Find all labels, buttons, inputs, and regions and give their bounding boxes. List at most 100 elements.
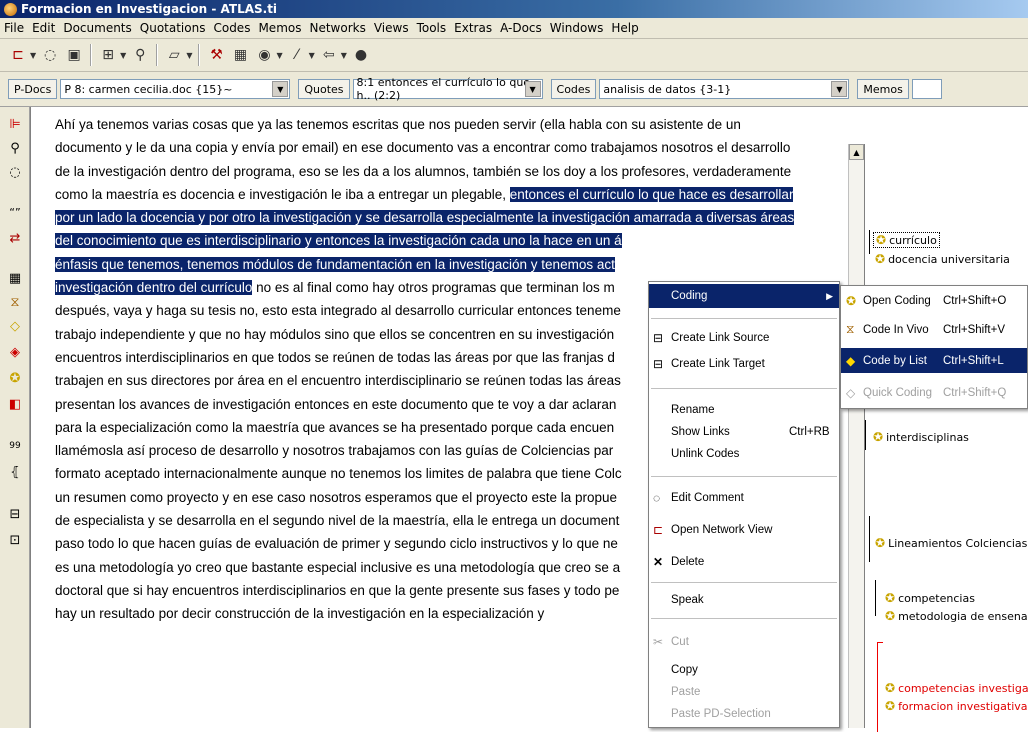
menu-item-open-coding[interactable]: ✪ Open Coding Ctrl+Shift+O [841, 288, 1027, 313]
margin-code-docencia[interactable]: ✪ docencia universitaria [875, 252, 1010, 266]
memo-icon[interactable]: ◧ [6, 395, 24, 413]
quote-icon[interactable]: “” [6, 203, 24, 221]
scroll-up-icon[interactable]: ▲ [849, 144, 864, 160]
document-line[interactable]: Ahí ya tenemos varias cosas que ya las t… [55, 113, 845, 136]
menu-item-delete[interactable]: ✕ Delete [649, 550, 839, 574]
chevron-down-icon[interactable]: ▼ [272, 81, 289, 97]
memos-combo[interactable] [911, 79, 942, 99]
code-icon[interactable]: ✪ [6, 369, 24, 387]
pdocs-button[interactable]: P-Docs [8, 79, 58, 99]
margin-area[interactable]: ✪ currículo ✪ docencia universitaria ✪ inte… [864, 144, 1028, 732]
code-link-icon[interactable]: ◈ [6, 343, 24, 361]
link-quote-icon[interactable]: ⇄ [6, 229, 24, 247]
menu-item-quick-coding[interactable]: ◇ Quick Coding Ctrl+Shift+Q [841, 380, 1027, 405]
line-text: un resumen como proyecto y en ese caso n… [55, 489, 618, 505]
menu-edit[interactable]: Edit [28, 21, 59, 35]
dropdown-arrow-icon[interactable]: ▼ [309, 51, 315, 60]
comment-icon[interactable]: ◌ [40, 45, 60, 65]
menu-tools[interactable]: Tools [413, 21, 451, 35]
menu-quotations[interactable]: Quotations [136, 21, 210, 35]
margin-code-metodologia[interactable]: ✪metodologia de ensenanza [885, 609, 1028, 623]
network-icon[interactable]: ⊟ [6, 505, 24, 523]
code-list-icon[interactable]: ◇ [6, 317, 24, 335]
menu-windows[interactable]: Windows [546, 21, 608, 35]
grid-icon[interactable]: ▦ [6, 269, 24, 287]
binoculars-icon[interactable]: ⚲ [130, 45, 150, 65]
menu-extras[interactable]: Extras [450, 21, 496, 35]
document-line[interactable]: de la investigación dentro del programa,… [55, 160, 845, 183]
code-in-vivo-icon[interactable]: ⧖ [6, 293, 24, 311]
document-list-icon[interactable]: ⊫ [6, 115, 24, 133]
menu-item-paste[interactable]: Paste [649, 680, 839, 704]
quotes-button[interactable]: Quotes [298, 79, 350, 99]
menu-item-code-in-vivo[interactable]: ⧖ Code In Vivo Ctrl+Shift+V [841, 317, 1027, 342]
code-bracket [869, 230, 870, 254]
network-link-icon[interactable]: ⊡ [6, 531, 24, 549]
open-folder-icon[interactable]: ▱ [164, 45, 184, 65]
code-icon: ✪ [885, 699, 896, 713]
menu-codes[interactable]: Codes [209, 21, 254, 35]
quotes-combo[interactable]: 8:1 entonces el currículo lo que h.. (2:… [352, 76, 543, 102]
open-coding-icon: ✪ [846, 293, 857, 308]
menu-item-cut[interactable]: ✂ Cut [649, 630, 839, 654]
document-line[interactable]: énfasis que tenemos, tenemos módulos de … [55, 253, 845, 276]
xml-icon[interactable]: ◉ [254, 45, 274, 65]
zoom-icon[interactable]: 99 [6, 437, 24, 455]
line-text: después, vaya y haga su tesis no, esto e… [55, 303, 621, 319]
bracket-icon[interactable]: ⦃ [6, 463, 24, 481]
menu-item-speak[interactable]: Speak [649, 588, 839, 612]
chevron-down-icon[interactable]: ▼ [831, 81, 848, 97]
margin-code-interdisciplinas[interactable]: ✪ interdisciplinas [873, 430, 969, 444]
network-tree-icon[interactable]: ⊏ [8, 45, 28, 65]
code-icon: ✪ [875, 252, 886, 266]
scissors-icon: ✂ [653, 635, 664, 649]
margin-code-lineamientos[interactable]: ✪ Lineamientos Colciencias [875, 536, 1027, 550]
margin-code-formacion[interactable]: ✪ formacion investigativa [885, 699, 1028, 713]
document-scrollbar[interactable]: ▲ [848, 144, 864, 728]
dropdown-arrow-icon[interactable]: ▼ [276, 51, 282, 60]
menu-item-create-link-source[interactable]: ⊟ Create Link Source [649, 326, 839, 350]
pdocs-combo[interactable]: P 8: carmen cecilia.doc {15}~ ▼ [60, 79, 291, 99]
menu-item-copy[interactable]: Copy [649, 658, 839, 682]
document-line[interactable]: del conocimiento que es interdisciplinar… [55, 229, 845, 252]
save-icon[interactable]: ▣ [64, 45, 84, 65]
dropdown-arrow-icon[interactable]: ▼ [186, 51, 192, 60]
menu-memos[interactable]: Memos [254, 21, 305, 35]
memos-button[interactable]: Memos [857, 79, 909, 99]
menu-item-show-links[interactable]: Show Links Ctrl+RB [649, 420, 839, 444]
menu-item-edit-comment[interactable]: ◌ Edit Comment [649, 486, 839, 510]
menu-adocs[interactable]: A-Docs [496, 21, 546, 35]
comment-icon[interactable]: ◌ [6, 163, 24, 181]
back-arrow-icon[interactable]: ⇦ [319, 45, 339, 65]
document-line[interactable]: documento y le da una copia y envía por … [55, 136, 845, 159]
margin-code-competencias[interactable]: ✪ competencias [885, 591, 975, 605]
margin-code-curriculo[interactable]: ✪ currículo [873, 232, 940, 248]
dropdown-arrow-icon[interactable]: ▼ [120, 51, 126, 60]
codes-combo[interactable]: analisis de datos {3-1} ▼ [599, 79, 850, 99]
document-line[interactable]: por un lado la docencia y por otro la in… [55, 206, 845, 229]
menu-item-open-network-view[interactable]: ⊏ Open Network View [649, 518, 839, 542]
dropdown-arrow-icon[interactable]: ▼ [341, 51, 347, 60]
menu-item-rename[interactable]: Rename [649, 398, 839, 422]
menu-file[interactable]: File [0, 21, 28, 35]
menu-item-unlink-codes[interactable]: Unlink Codes [649, 442, 839, 466]
document-line[interactable]: como la maestría es docencia e investiga… [55, 183, 845, 206]
menu-help[interactable]: Help [607, 21, 642, 35]
menu-item-paste-pd-selection[interactable]: Paste PD-Selection [649, 702, 839, 726]
query-tool-icon[interactable]: ⚒ [206, 45, 226, 65]
dropdown-arrow-icon[interactable]: ▼ [30, 51, 36, 60]
wand-icon[interactable]: ⁄ [287, 45, 307, 65]
search-icon[interactable]: ⚲ [6, 139, 24, 157]
menu-item-create-link-target[interactable]: ⊟ Create Link Target [649, 352, 839, 376]
menu-networks[interactable]: Networks [305, 21, 369, 35]
codes-button[interactable]: Codes [550, 79, 597, 99]
menu-documents[interactable]: Documents [59, 21, 135, 35]
hierarchy-icon[interactable]: ⊞ [98, 45, 118, 65]
chevron-down-icon[interactable]: ▼ [524, 81, 541, 97]
menu-item-code-by-list[interactable]: ◆ Code by List Ctrl+Shift+L [841, 348, 1027, 373]
margin-code-competencias-investigativa[interactable]: ✪competencias investigativa [885, 681, 1028, 695]
word-cruncher-icon[interactable]: ▦ [230, 45, 250, 65]
menu-views[interactable]: Views [370, 21, 413, 35]
bomb-icon[interactable]: ● [351, 45, 371, 65]
menu-item-coding[interactable]: Coding ▶ [649, 284, 839, 308]
